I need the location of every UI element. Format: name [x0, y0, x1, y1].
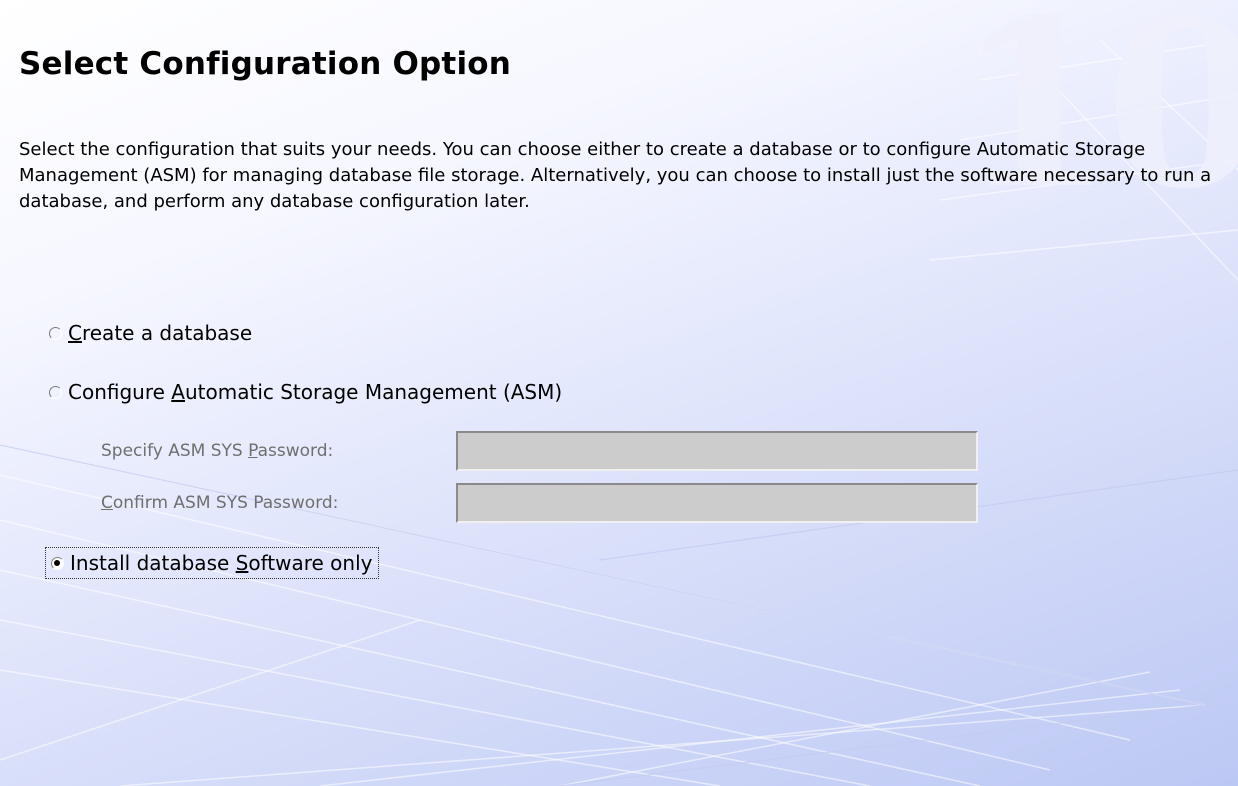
create-database-label: Create a database	[68, 321, 253, 345]
specify-asm-password-label: Specify ASM SYS Password:	[101, 441, 334, 461]
configure-asm-option[interactable]: Configure Automatic Storage Management (…	[49, 380, 562, 404]
create-database-option[interactable]: Create a database	[49, 321, 252, 345]
configure-asm-label: Configure Automatic Storage Management (…	[68, 380, 563, 404]
radio-button[interactable]	[49, 326, 62, 340]
specify-asm-password-field[interactable]	[456, 431, 978, 471]
page-title: Select Configuration Option	[19, 46, 512, 82]
confirm-asm-password-label: Confirm ASM SYS Password:	[101, 493, 339, 513]
confirm-asm-password-field[interactable]	[456, 483, 978, 523]
radio-button[interactable]	[49, 385, 62, 399]
install-software-only-label: Install database Software only	[70, 551, 373, 575]
page-description: Select the configuration that suits your…	[19, 139, 1212, 212]
radio-button-selected[interactable]	[51, 556, 64, 570]
install-software-only-option[interactable]: Install database Software only	[45, 547, 379, 579]
